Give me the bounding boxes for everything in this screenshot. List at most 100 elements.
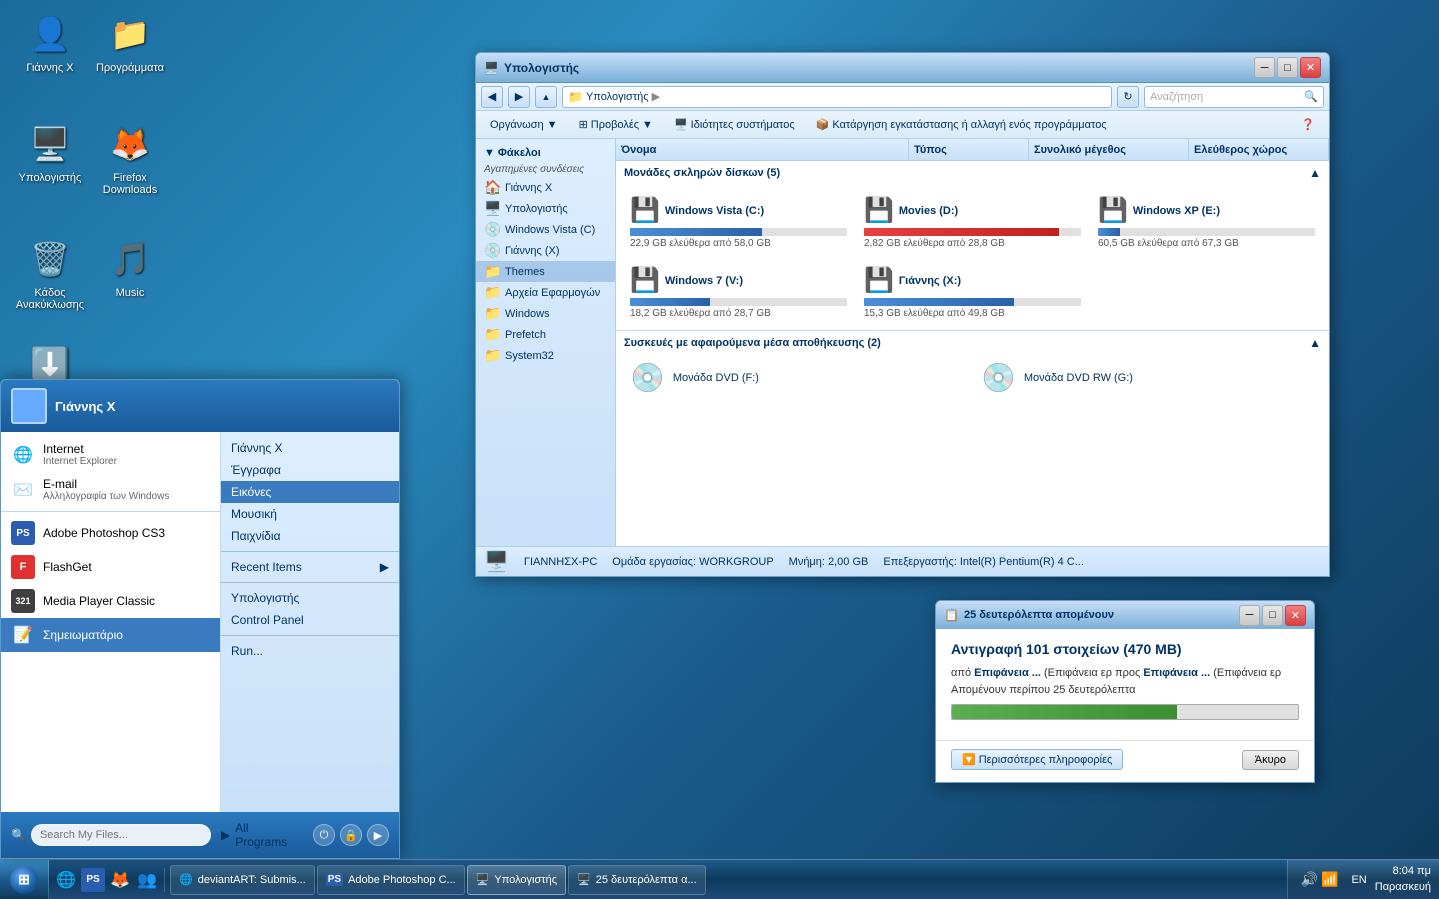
volume-icon[interactable]: 🔊	[1301, 871, 1318, 888]
minimize-button[interactable]: ─	[1254, 57, 1275, 78]
dvd-drive-f[interactable]: 💿 Μονάδα DVD (F:)	[624, 355, 970, 400]
more-info-button[interactable]: 🔽 Περισσότερες πληροφορίες	[951, 749, 1123, 770]
system-props-button[interactable]: 🖥️ Ιδιότητες συστήματος	[665, 114, 804, 136]
folders-section-title: ▼ Φάκελοι	[476, 144, 615, 162]
desktop-icon-computer[interactable]: 🖥️ Υπολογιστής	[10, 120, 90, 184]
start-right-documents[interactable]: Έγγραφα	[221, 459, 399, 481]
start-item-flashget[interactable]: F FlashGet	[1, 550, 220, 584]
refresh-button[interactable]: ↻	[1117, 86, 1139, 108]
copy-maximize-button[interactable]: □	[1262, 605, 1283, 626]
search-field[interactable]: Αναζήτηση 🔍	[1144, 86, 1324, 108]
collapse-removable-icon[interactable]: ▲	[1309, 336, 1321, 350]
window-title: Υπολογιστής	[504, 61, 1249, 75]
sidebar-item-computer[interactable]: 🖥️ Υπολογιστής	[476, 198, 615, 219]
sidebar-item-system32[interactable]: 📁 System32	[476, 345, 615, 366]
views-button[interactable]: ⊞ Προβολές ▼	[570, 114, 662, 136]
window-toolbar: Οργάνωση ▼ ⊞ Προβολές ▼ 🖥️ Ιδιότητες συσ…	[476, 111, 1329, 139]
start-right-pictures[interactable]: Εικόνες	[221, 481, 399, 503]
taskbar-item-copy[interactable]: 🖥️ 25 δευτερόλεπτα α...	[568, 865, 706, 895]
maximize-button[interactable]: □	[1277, 57, 1298, 78]
lock-button[interactable]: 🔒	[340, 824, 362, 846]
ql-firefox[interactable]: 🦊	[108, 868, 132, 892]
sidebar-item-appfiles[interactable]: 📁 Αρχεία Εφαρμογών	[476, 282, 615, 303]
desktop-icon-user[interactable]: 👤 Γιάννης Χ	[10, 10, 90, 74]
user-avatar	[11, 388, 47, 424]
taskbar-item-deviantart[interactable]: 🌐 deviantART: Submis...	[170, 865, 315, 895]
taskbar-item-computer[interactable]: 🖥️ Υπολογιστής	[467, 865, 566, 895]
status-pc-name: ΓΙΑΝΝΗΣΧ-PC	[524, 556, 597, 568]
drive-giannis-x[interactable]: 💾 Γιάννης (Χ:) 15,3 GB ελεύθερα από 49,8…	[858, 260, 1087, 325]
copy-progress-fill	[952, 705, 1177, 719]
start-right-giannis[interactable]: Γιάννης Χ	[221, 437, 399, 459]
removable-section: Συσκευές με αφαιρούμενα μέσα αποθήκευσης…	[616, 330, 1329, 405]
start-menu: Γιάννης Χ 🌐 Internet Internet Explorer ✉…	[0, 379, 400, 859]
sidebar-item-prefetch[interactable]: 📁 Prefetch	[476, 324, 615, 345]
desktop-icon-music[interactable]: 🎵 Music	[90, 235, 170, 299]
close-button[interactable]: ✕	[1300, 57, 1321, 78]
col-total[interactable]: Συνολικό μέγεθος	[1029, 139, 1189, 160]
sidebar-item-giannisx[interactable]: 💿 Γιάννης (Χ)	[476, 240, 615, 261]
language-indicator[interactable]: EN	[1348, 874, 1369, 886]
copy-minimize-button[interactable]: ─	[1239, 605, 1260, 626]
drive-winxp-e[interactable]: 💾 Windows XP (E:) 60,5 GB ελεύθερα από 6…	[1092, 190, 1321, 255]
desktop-icon-recycle[interactable]: 🗑️ Κάδος Ανακύκλωσης	[10, 235, 90, 311]
cancel-button[interactable]: Άκυρο	[1242, 750, 1299, 770]
col-name[interactable]: Όνομα	[616, 139, 909, 160]
sidebar-item-favorites[interactable]: Αγαπημένες συνδέσεις	[476, 162, 615, 177]
copy-icon: 📋	[944, 608, 959, 622]
dvd-drive-g[interactable]: 💿 Μονάδα DVD RW (G:)	[975, 355, 1321, 400]
ql-ie[interactable]: 🌐	[54, 868, 78, 892]
start-button[interactable]: ⊞	[0, 860, 49, 899]
sidebar-item-themes[interactable]: 📁 Themes	[476, 261, 615, 282]
ql-user[interactable]: 👥	[135, 868, 159, 892]
start-item-ie-subtitle: Internet Explorer	[43, 456, 210, 467]
start-right-games[interactable]: Παιχνίδια	[221, 525, 399, 547]
sidebar-item-windows[interactable]: 📁 Windows	[476, 303, 615, 324]
ql-ps[interactable]: PS	[81, 868, 105, 892]
all-programs-link[interactable]: ▶ All Programs	[211, 817, 313, 853]
collapse-drives-icon[interactable]: ▲	[1309, 166, 1321, 180]
desktop-icon-programs[interactable]: 📁 Προγράμματα	[90, 10, 170, 74]
taskbar: ⊞ 🌐 PS 🦊 👥 🌐 deviantART: Submis... PS Ad…	[0, 859, 1439, 899]
search-icon: 🔍	[1304, 90, 1318, 103]
start-search-input[interactable]	[31, 824, 211, 846]
power-button[interactable]: ⏻	[313, 824, 335, 846]
col-free[interactable]: Ελεύθερος χώρος	[1189, 139, 1329, 160]
taskbar-item-photoshop[interactable]: PS Adobe Photoshop C...	[317, 865, 465, 895]
start-right-run[interactable]: Run...	[221, 640, 399, 662]
quick-launch: 🌐 PS 🦊 👥	[49, 868, 165, 892]
address-field[interactable]: 📁 Υπολογιστής ▶	[562, 86, 1112, 108]
start-item-photoshop[interactable]: PS Adobe Photoshop CS3	[1, 516, 220, 550]
sidebar-item-winvista[interactable]: 💿 Windows Vista (C)	[476, 219, 615, 240]
network-icon[interactable]: 📶	[1321, 871, 1338, 888]
start-item-ie[interactable]: 🌐 Internet Internet Explorer	[1, 437, 220, 472]
forward-button[interactable]: ▶	[508, 86, 530, 108]
start-right-recent[interactable]: Recent Items ▶	[221, 556, 399, 578]
drive-win7-v[interactable]: 💾 Windows 7 (V:) 18,2 GB ελεύθερα από 28…	[624, 260, 853, 325]
drive-vista-c[interactable]: 💾 Windows Vista (C:) 22,9 GB ελεύθερα απ…	[624, 190, 853, 255]
copy-close-button[interactable]: ✕	[1285, 605, 1306, 626]
status-processor: Επεξεργαστής: Intel(R) Pentium(R) 4 C...	[883, 556, 1084, 568]
start-right-computer[interactable]: Υπολογιστής	[221, 587, 399, 609]
up-button[interactable]: ▲	[535, 86, 557, 108]
drive-movies-d[interactable]: 💾 Movies (D:) 2,82 GB ελεύθερα από 28,8 …	[858, 190, 1087, 255]
start-right-cpanel[interactable]: Control Panel	[221, 609, 399, 631]
back-button[interactable]: ◀	[481, 86, 503, 108]
arrow-button[interactable]: ▶	[367, 824, 389, 846]
clock[interactable]: 8:04 πμ Παρασκευή	[1375, 864, 1431, 895]
start-item-email[interactable]: ✉️ E-mail Αλληλογραφία των Windows	[1, 472, 220, 507]
status-memory: Μνήμη: 2,00 GB	[789, 556, 869, 568]
col-type[interactable]: Τύπος	[909, 139, 1029, 160]
window-icon: 🖥️	[484, 61, 499, 75]
desktop-icon-firefox[interactable]: 🦊 Firefox Downloads	[90, 120, 170, 196]
start-item-notepad[interactable]: 📝 Σημειωματάριο	[1, 618, 220, 652]
drives-grid: 💾 Windows Vista (C:) 22,9 GB ελεύθερα απ…	[616, 185, 1329, 330]
uninstall-button[interactable]: 📦 Κατάργηση εγκατάστασης ή αλλαγή ενός π…	[807, 114, 1116, 136]
help-button[interactable]: ❓	[1292, 114, 1324, 136]
collapse-icon[interactable]: ▼	[484, 147, 495, 159]
start-menu-right-panel: Γιάννης Χ Έγγραφα Εικόνες Μουσική Παιχνί…	[221, 432, 399, 812]
start-item-mpc[interactable]: 321 Media Player Classic	[1, 584, 220, 618]
start-right-music[interactable]: Μουσική	[221, 503, 399, 525]
organize-button[interactable]: Οργάνωση ▼	[481, 114, 567, 136]
sidebar-item-giannis[interactable]: 🏠 Γιάννης Χ	[476, 177, 615, 198]
